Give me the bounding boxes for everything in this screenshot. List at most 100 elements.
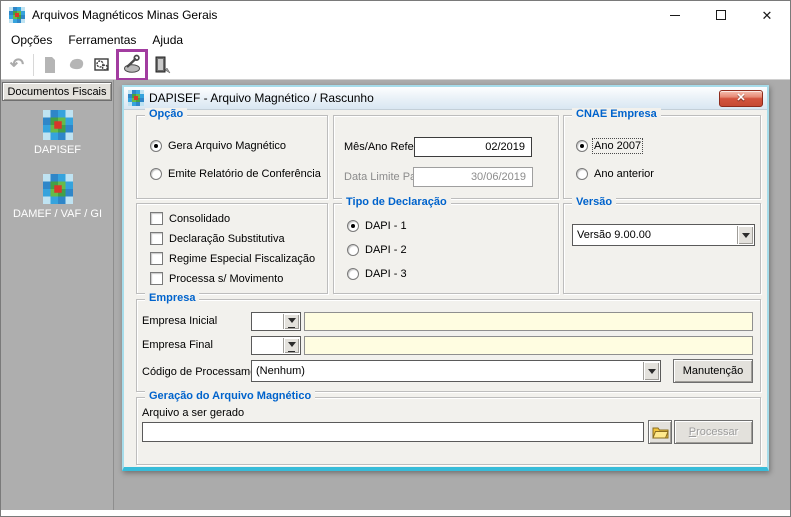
group-geracao-title: Geração do Arquivo Magnético (145, 390, 316, 402)
group-opcao: Opção Gera Arquivo Magnético Emite Relat… (136, 108, 328, 199)
browse-file-button[interactable] (648, 420, 672, 444)
versao-dropdown[interactable]: Versão 9.00.00 (572, 224, 755, 246)
manutencao-button[interactable]: Manutenção (673, 359, 753, 383)
dialog-close-icon: ✕ (736, 91, 746, 104)
mes-ano-referencia-field[interactable]: 02/2019 (414, 137, 532, 157)
radio-gera-arquivo-magnetico[interactable]: Gera Arquivo Magnético (150, 140, 286, 152)
process-button[interactable] (89, 52, 115, 78)
group-opcao-title: Opção (145, 108, 188, 120)
dialog-close-button[interactable]: ✕ (719, 89, 763, 107)
checkbox-indicator (150, 252, 163, 265)
group-geracao: Geração do Arquivo Magnético Arquivo a s… (136, 390, 761, 465)
arquivo-gerado-field[interactable] (142, 422, 644, 442)
processar-button-label: Processar (688, 426, 739, 438)
group-empresa: Empresa Empresa Inicial Empresa Final Có… (136, 292, 761, 392)
radio-dapi-3[interactable]: DAPI - 3 (347, 268, 407, 280)
exit-button[interactable] (149, 52, 175, 78)
window-title: Arquivos Magnéticos Minas Gerais (32, 8, 218, 22)
checkbox-regime-especial[interactable]: Regime Especial Fiscalização (150, 252, 315, 265)
empresa-final-combo[interactable] (251, 336, 301, 355)
empresa-final-name-field[interactable] (304, 336, 753, 355)
app-globe-icon (9, 7, 25, 23)
chevron-down-icon (287, 317, 296, 327)
sidebar-item-label: DAMEF / VAF / GI (12, 208, 103, 220)
sidebar-item-label: DAPISEF (33, 144, 82, 156)
versao-dropdown-value: Versão 9.00.00 (577, 229, 652, 241)
maximize-button[interactable] (698, 1, 744, 29)
radio-label: Ano anterior (594, 168, 654, 180)
radio-dapi-2[interactable]: DAPI - 2 (347, 244, 407, 256)
empresa-final-combo-arrow[interactable] (283, 338, 299, 353)
dapisef-dialog: DAPISEF - Arquivo Magnético / Rascunho ✕… (122, 85, 769, 471)
minimize-icon (670, 14, 680, 16)
radio-label: Ano 2007 (591, 138, 644, 154)
document-button[interactable] (37, 52, 63, 78)
app-window: Arquivos Magnéticos Minas Gerais ✕ Opçõe… (0, 0, 791, 517)
underline-mark (288, 326, 295, 328)
menu-opcoes[interactable]: Opções (3, 31, 60, 49)
undo-button[interactable]: ↶ (4, 52, 30, 78)
data-limite-pagamento-value: 30/06/2019 (470, 171, 526, 183)
print-button[interactable] (63, 52, 89, 78)
document-icon (45, 56, 55, 73)
maximize-icon (716, 10, 726, 20)
checkbox-declaracao-substitutiva[interactable]: Declaração Substitutiva (150, 232, 285, 245)
menu-ajuda[interactable]: Ajuda (144, 31, 191, 49)
exit-door-icon (155, 56, 171, 73)
dialog-globe-icon (128, 90, 144, 106)
dialog-titlebar[interactable]: DAPISEF - Arquivo Magnético / Rascunho ✕ (124, 87, 767, 110)
codigo-processamento-arrow[interactable] (643, 362, 659, 380)
radio-indicator (576, 140, 588, 152)
minimize-button[interactable] (652, 1, 698, 29)
radio-label: DAPI - 2 (365, 244, 407, 256)
checkbox-label: Regime Especial Fiscalização (169, 252, 316, 265)
sidebar: Documentos Fiscais DAPISEF DAMEF / VAF /… (1, 80, 114, 510)
group-versao: Versão Versão 9.00.00 (563, 196, 761, 294)
empresa-inicial-combo-arrow[interactable] (283, 314, 299, 329)
radio-label: Emite Relatório de Conferência (168, 168, 321, 180)
group-cnae-empresa: CNAE Empresa Ano 2007 Ano anterior (563, 108, 761, 199)
group-flags: Consolidado Declaração Substitutiva Regi… (136, 203, 328, 294)
close-button[interactable]: ✕ (744, 1, 790, 29)
sidebar-item-dapisef[interactable]: DAPISEF (1, 110, 114, 156)
group-tipo-title: Tipo de Declaração (342, 196, 451, 208)
checkbox-processa-sem-movimento[interactable]: Processa s/ Movimento (150, 272, 283, 285)
titlebar: Arquivos Magnéticos Minas Gerais ✕ (1, 1, 790, 29)
codigo-processamento-dropdown[interactable]: (Nenhum) (251, 360, 661, 382)
process-gears-icon (94, 57, 109, 71)
menubar: Opções Ferramentas Ajuda (1, 29, 790, 50)
group-cnae-title: CNAE Empresa (572, 108, 661, 120)
checkbox-indicator (150, 212, 163, 225)
radio-ano-anterior[interactable]: Ano anterior (576, 168, 654, 180)
annotation-highlight-box (116, 48, 148, 81)
radio-indicator (347, 220, 359, 232)
generate-file-button[interactable] (119, 52, 145, 78)
toolbar: ↶ (1, 48, 790, 81)
empresa-inicial-name-field[interactable] (304, 312, 753, 331)
versao-dropdown-arrow[interactable] (737, 226, 753, 244)
empresa-final-label: Empresa Final (142, 339, 213, 351)
undo-icon: ↶ (9, 55, 25, 74)
checkbox-label: Consolidado (169, 212, 231, 225)
menu-ferramentas[interactable]: Ferramentas (60, 31, 144, 49)
radio-emite-relatorio[interactable]: Emite Relatório de Conferência (150, 168, 321, 180)
sidebar-item-damef-vaf-gi[interactable]: DAMEF / VAF / GI (1, 174, 114, 220)
checkbox-label: Processa s/ Movimento (169, 272, 284, 285)
toolbar-separator (33, 53, 34, 76)
codigo-processamento-value: (Nenhum) (256, 365, 305, 377)
radio-ano-2007[interactable]: Ano 2007 (576, 138, 644, 154)
empresa-inicial-combo[interactable] (251, 312, 301, 331)
group-empresa-title: Empresa (145, 292, 200, 304)
processar-button[interactable]: Processar (674, 420, 753, 444)
radio-dapi-1[interactable]: DAPI - 1 (347, 220, 407, 232)
checkbox-label: Declaração Substitutiva (169, 232, 285, 245)
chevron-down-icon (741, 232, 750, 242)
sidebar-header-documentos-fiscais[interactable]: Documentos Fiscais (2, 82, 112, 101)
dialog-title: DAPISEF - Arquivo Magnético / Rascunho (149, 91, 374, 105)
dapisef-globe-icon (43, 110, 73, 140)
underline-mark (288, 350, 295, 352)
radio-indicator (347, 244, 359, 256)
radio-indicator (150, 168, 162, 180)
checkbox-consolidado[interactable]: Consolidado (150, 212, 230, 225)
radio-label: Gera Arquivo Magnético (168, 140, 287, 152)
